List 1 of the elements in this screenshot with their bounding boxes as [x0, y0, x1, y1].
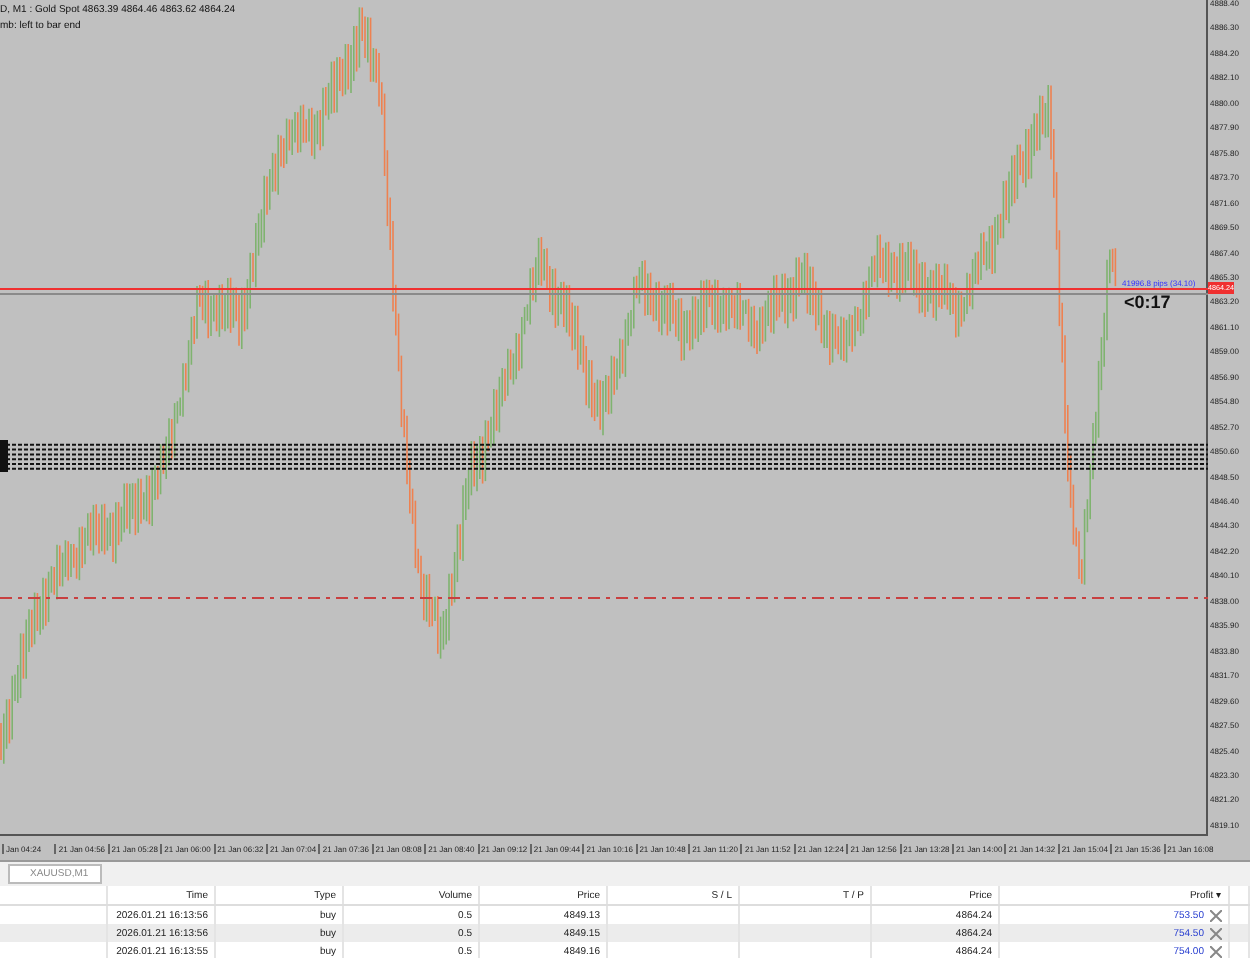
bar-timer: <0:17 [1124, 292, 1171, 312]
